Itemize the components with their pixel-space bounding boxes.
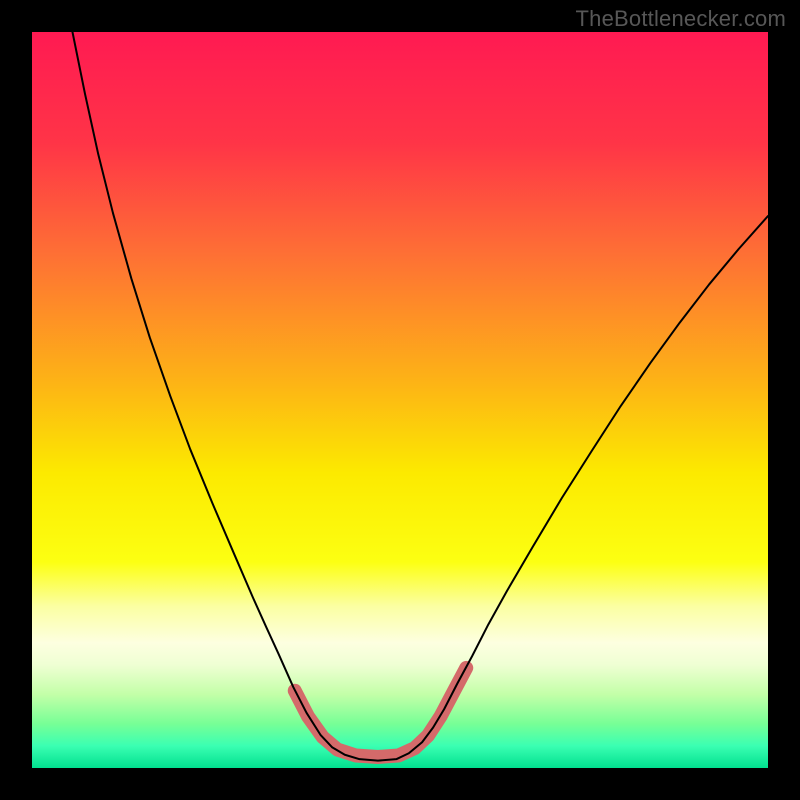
gradient-bg [32, 32, 768, 768]
plot-area [32, 32, 768, 768]
watermark-text: TheBottlenecker.com [576, 6, 786, 32]
chart-svg [32, 32, 768, 768]
chart-root: TheBottlenecker.com [0, 0, 800, 800]
